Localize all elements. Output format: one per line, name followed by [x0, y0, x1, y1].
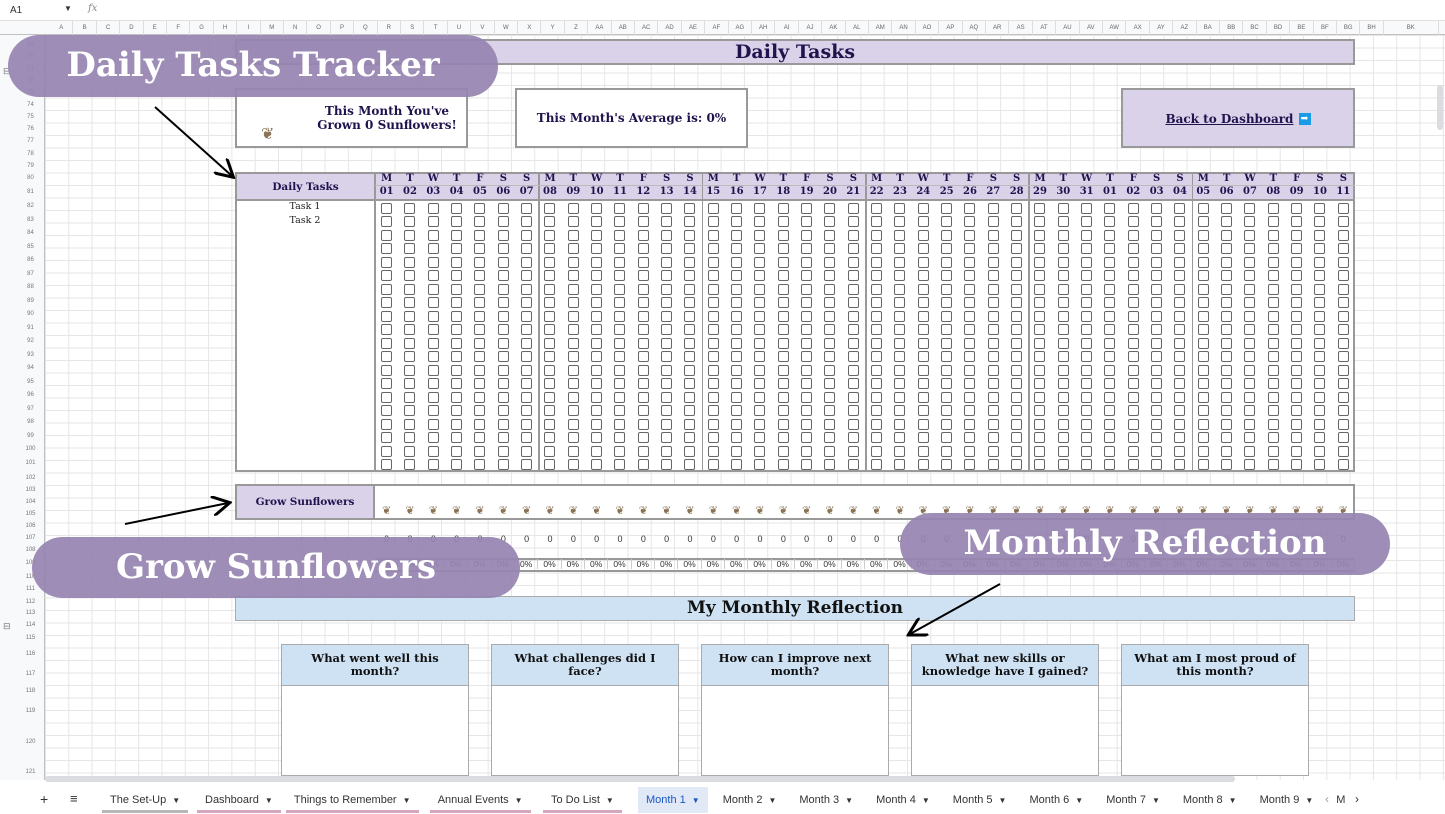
all-sheets-menu-icon[interactable]: ≡ [70, 791, 78, 806]
sheet-tab[interactable]: The Set-Up ▼ [102, 787, 189, 813]
sheet-tab[interactable]: Month 6 ▼ [1022, 787, 1092, 813]
tab-label: Month 5 [952, 794, 993, 806]
horizontal-scrollbar[interactable] [45, 776, 1235, 782]
chevron-down-icon[interactable]: ▼ [265, 796, 273, 805]
arrow-icon [154, 106, 232, 176]
tab-label: Month 1 [646, 794, 686, 806]
chevron-down-icon[interactable]: ▼ [999, 796, 1007, 805]
chevron-down-icon[interactable]: ▼ [403, 796, 411, 805]
sheet-tab[interactable]: Month 8 ▼ [1175, 787, 1245, 813]
tab-label: Month 9 [1259, 794, 1300, 806]
chevron-down-icon[interactable]: ▼ [515, 796, 523, 805]
sheet-tab[interactable]: Month 9 ▼ [1252, 787, 1322, 813]
add-sheet-icon[interactable]: + [40, 791, 48, 807]
arrow-icon [910, 583, 1001, 634]
tab-label: Month 4 [876, 794, 916, 806]
sheet-tab[interactable]: Month 2 ▼ [715, 787, 785, 813]
vertical-scrollbar[interactable] [1437, 85, 1443, 130]
chevron-down-icon[interactable]: ▼ [768, 796, 776, 805]
sheet-tab[interactable]: Things to Remember ▼ [285, 787, 419, 813]
sheet-tab[interactable]: M [1328, 787, 1353, 813]
sheet-tab[interactable]: Month 4 ▼ [868, 787, 938, 813]
chevron-down-icon[interactable]: ▼ [922, 796, 930, 805]
sheet-tab[interactable]: Month 1 ▼ [638, 787, 708, 813]
tab-label: Month 2 [722, 794, 763, 806]
sheet-tab[interactable]: Month 7 ▼ [1098, 787, 1168, 813]
sheet-tab[interactable]: Month 5 ▼ [945, 787, 1015, 813]
tab-label: Month 3 [799, 794, 840, 806]
sheet-tab[interactable]: Dashboard ▼ [197, 787, 281, 813]
callout-arrows [124, 106, 1001, 813]
tab-label: The Set-Up [110, 794, 167, 806]
tab-label: Month 6 [1029, 794, 1070, 806]
sheet-tab[interactable]: To Do List ▼ [543, 787, 622, 813]
chevron-down-icon[interactable]: ▼ [1229, 796, 1237, 805]
arrow-icon [124, 503, 228, 525]
tab-label: Annual Events [437, 794, 509, 806]
chevron-down-icon[interactable]: ▼ [172, 796, 180, 805]
tab-label: To Do List [551, 794, 600, 806]
chevron-down-icon[interactable]: ▼ [606, 796, 614, 805]
chevron-down-icon[interactable]: ▼ [692, 796, 700, 805]
tab-label: Month 8 [1182, 794, 1223, 806]
tab-label: Dashboard [205, 794, 259, 806]
tab-label: Things to Remember [293, 794, 397, 806]
chevron-down-icon[interactable]: ▼ [1305, 796, 1313, 805]
sheet-tabs-bar: + ≡ ‹ › The Set-Up ▼ Dashboard ▼ Things to R… [0, 787, 1445, 813]
chevron-down-icon[interactable]: ▼ [1152, 796, 1160, 805]
chevron-down-icon[interactable]: ▼ [1075, 796, 1083, 805]
sheet-tab[interactable]: Month 3 ▼ [791, 787, 861, 813]
tab-label: Month 7 [1106, 794, 1146, 806]
chevron-right-icon[interactable]: › [1355, 792, 1359, 806]
sheet-tab[interactable]: Annual Events ▼ [429, 787, 531, 813]
tab-label: M [1336, 794, 1346, 806]
chevron-down-icon[interactable]: ▼ [845, 796, 853, 805]
